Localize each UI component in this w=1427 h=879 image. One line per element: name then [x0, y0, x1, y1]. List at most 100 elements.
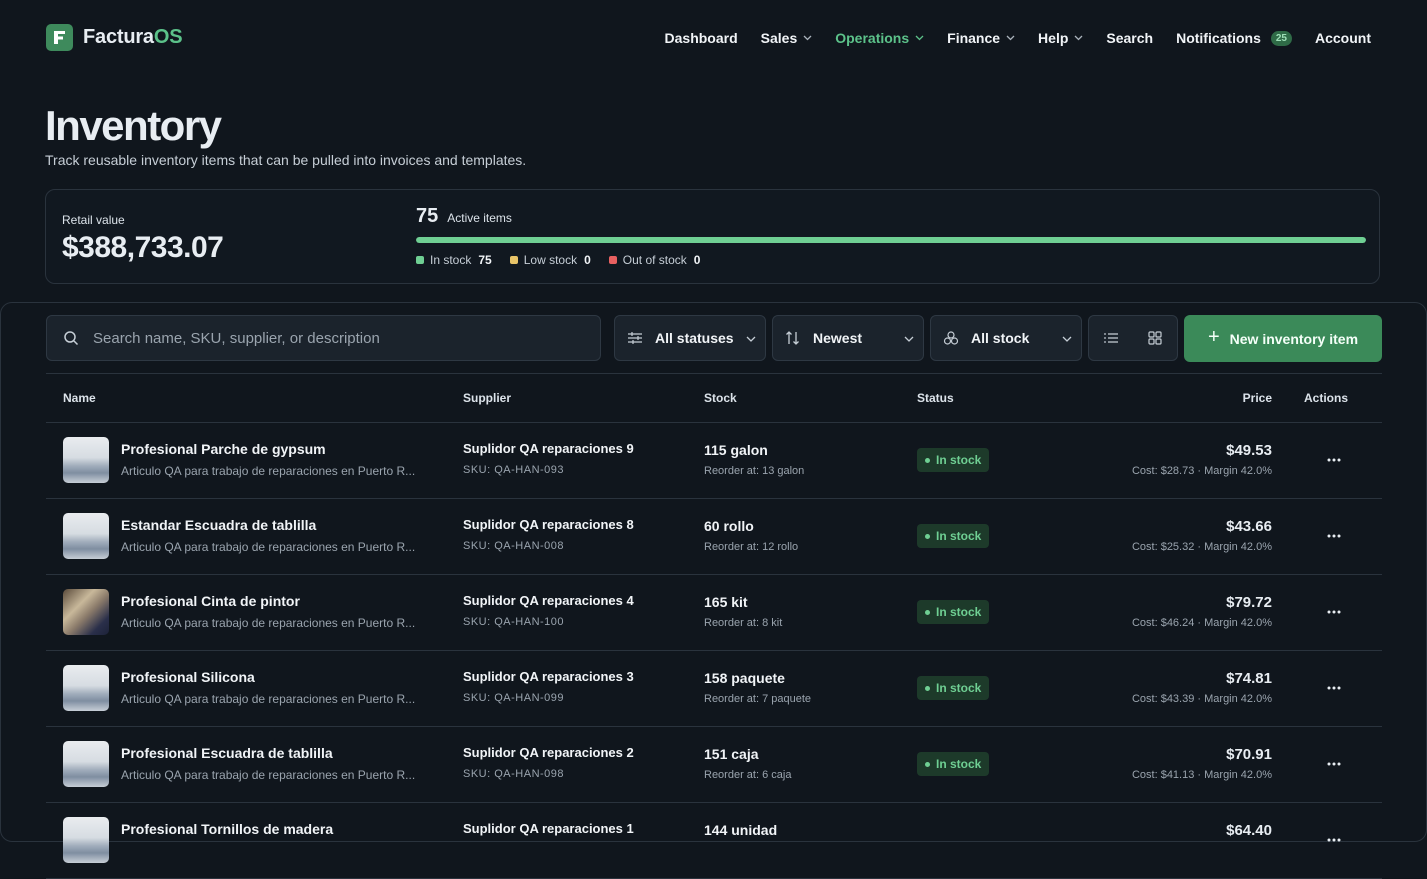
- search-box[interactable]: [46, 315, 601, 361]
- item-name[interactable]: Estandar Escuadra de tablilla: [121, 517, 316, 533]
- nav-account[interactable]: Account: [1315, 26, 1371, 50]
- more-horizontal-icon: [1327, 458, 1341, 462]
- table-row[interactable]: Profesional Tornillos de madera Suplidor …: [46, 803, 1382, 879]
- nav-sales-label: Sales: [760, 30, 798, 46]
- search-input[interactable]: [91, 328, 575, 348]
- retail-value-label: Retail value: [62, 213, 125, 227]
- active-items-label: Active items: [447, 211, 512, 225]
- legend-low-stock: Low stock 0: [509, 253, 591, 267]
- app-name-accent: OS: [153, 26, 183, 48]
- item-cost-margin: Cost: $43.39 · Margin 42.0%: [1131, 693, 1272, 705]
- page-subtitle: Track reusable inventory items that can …: [45, 152, 527, 168]
- item-supplier: Suplidor QA reparaciones 4: [463, 593, 634, 608]
- table-row[interactable]: Profesional Silicona Articulo QA para tra…: [46, 651, 1382, 727]
- table-row[interactable]: Profesional Cinta de pintor Articulo QA p…: [46, 575, 1382, 651]
- legend-dot-in-stock: [416, 256, 424, 264]
- legend-low-stock-value: 0: [584, 253, 591, 267]
- retail-value: $388,733.07: [62, 231, 224, 264]
- column-header-status[interactable]: Status: [917, 391, 954, 405]
- table-row[interactable]: Estandar Escuadra de tablilla Articulo QA…: [46, 499, 1382, 575]
- list-icon: [1104, 333, 1118, 343]
- item-thumbnail: [63, 589, 109, 635]
- nav-operations-label: Operations: [835, 30, 910, 46]
- item-description: Articulo QA para trabajo de reparaciones…: [121, 540, 416, 554]
- status-label: In stock: [936, 757, 982, 771]
- nav-finance[interactable]: Finance: [947, 26, 1015, 50]
- status-badge: In stock: [917, 752, 990, 776]
- row-actions-button[interactable]: [1323, 679, 1345, 697]
- view-toggle: [1088, 315, 1178, 361]
- nav-finance-label: Finance: [947, 30, 1001, 46]
- legend-in-stock-label: In stock: [430, 253, 472, 267]
- item-name[interactable]: Profesional Escuadra de tablilla: [121, 745, 333, 761]
- table-row[interactable]: Profesional Escuadra de tablilla Articulo…: [46, 727, 1382, 803]
- chevron-down-icon: [746, 336, 756, 342]
- table-row[interactable]: Profesional Parche de gypsum Articulo QA …: [46, 423, 1382, 499]
- item-description: Articulo QA para trabajo de reparaciones…: [121, 768, 416, 782]
- sliders-icon: [628, 332, 642, 344]
- item-description: Articulo QA para trabajo de reparaciones…: [121, 692, 416, 706]
- item-name[interactable]: Profesional Silicona: [121, 669, 255, 685]
- more-horizontal-icon: [1327, 610, 1341, 614]
- sort-dropdown[interactable]: Newest: [772, 315, 924, 361]
- column-header-supplier[interactable]: Supplier: [463, 391, 511, 405]
- plus-icon: +: [1207, 326, 1220, 348]
- notifications-count-badge: 25: [1270, 30, 1292, 46]
- status-dot: [925, 609, 930, 615]
- row-actions-button[interactable]: [1323, 831, 1345, 849]
- more-horizontal-icon: [1327, 838, 1341, 842]
- legend-in-stock-value: 75: [478, 253, 492, 267]
- active-items-count: 75: [416, 205, 439, 227]
- row-actions-button[interactable]: [1323, 755, 1345, 773]
- row-actions-button[interactable]: [1323, 451, 1345, 469]
- nav-search[interactable]: Search: [1106, 26, 1153, 50]
- app-logo[interactable]: FacturaOS: [46, 24, 183, 51]
- status-label: In stock: [936, 453, 982, 467]
- stock-filter-dropdown[interactable]: All stock: [930, 315, 1082, 361]
- row-actions-button[interactable]: [1323, 527, 1345, 545]
- grid-view-button[interactable]: [1133, 316, 1177, 360]
- status-dot: [925, 685, 930, 691]
- item-sku: SKU: QA-HAN-099: [463, 692, 565, 704]
- item-thumbnail: [63, 665, 109, 711]
- stock-legend: In stock 75 Low stock 0 Out of stock 0: [416, 253, 718, 267]
- nav-operations[interactable]: Operations: [835, 26, 924, 50]
- table-header: Name Supplier Stock Status Price Actions: [46, 373, 1382, 423]
- column-header-name[interactable]: Name: [63, 391, 96, 405]
- nav-notifications[interactable]: Notifications 25: [1176, 26, 1292, 50]
- nav-help[interactable]: Help: [1038, 26, 1083, 50]
- column-header-price[interactable]: Price: [1243, 391, 1272, 405]
- list-view-button[interactable]: [1089, 316, 1133, 360]
- stock-progress-fill: [416, 237, 1366, 243]
- nav-notifications-label: Notifications: [1176, 30, 1261, 46]
- column-header-stock[interactable]: Stock: [704, 391, 737, 405]
- app-name-main: Factura: [83, 26, 154, 48]
- new-inventory-item-label: New inventory item: [1229, 330, 1359, 347]
- row-actions-button[interactable]: [1323, 603, 1345, 621]
- item-reorder-level: Reorder at: 12 rollo: [704, 541, 799, 553]
- status-badge: In stock: [917, 448, 990, 472]
- status-filter-dropdown[interactable]: All statuses: [614, 315, 766, 361]
- new-inventory-item-button[interactable]: + New inventory item: [1184, 315, 1382, 362]
- nav-dashboard[interactable]: Dashboard: [665, 26, 738, 50]
- item-stock: 165 kit: [704, 594, 748, 610]
- item-price: $74.81: [1226, 670, 1272, 687]
- more-horizontal-icon: [1327, 762, 1341, 766]
- item-description: Articulo QA para trabajo de reparaciones…: [121, 464, 416, 478]
- more-horizontal-icon: [1327, 686, 1341, 690]
- status-label: In stock: [936, 529, 982, 543]
- stock-filter-label: All stock: [971, 330, 1030, 346]
- inventory-toolbar: All statuses Newest All stock + New inve…: [46, 315, 1382, 362]
- item-thumbnail: [63, 817, 109, 863]
- status-dot: [925, 761, 930, 767]
- item-sku: SKU: QA-HAN-100: [463, 616, 565, 628]
- chevron-down-icon: [915, 35, 924, 41]
- status-dot: [925, 533, 930, 539]
- item-name[interactable]: Profesional Parche de gypsum: [121, 441, 326, 457]
- nav-sales[interactable]: Sales: [761, 26, 813, 50]
- status-label: In stock: [936, 605, 982, 619]
- legend-out-of-stock: Out of stock 0: [608, 253, 700, 267]
- item-name[interactable]: Profesional Cinta de pintor: [121, 593, 300, 609]
- stock-progress-bar: [416, 237, 1366, 243]
- item-name[interactable]: Profesional Tornillos de madera: [121, 821, 333, 837]
